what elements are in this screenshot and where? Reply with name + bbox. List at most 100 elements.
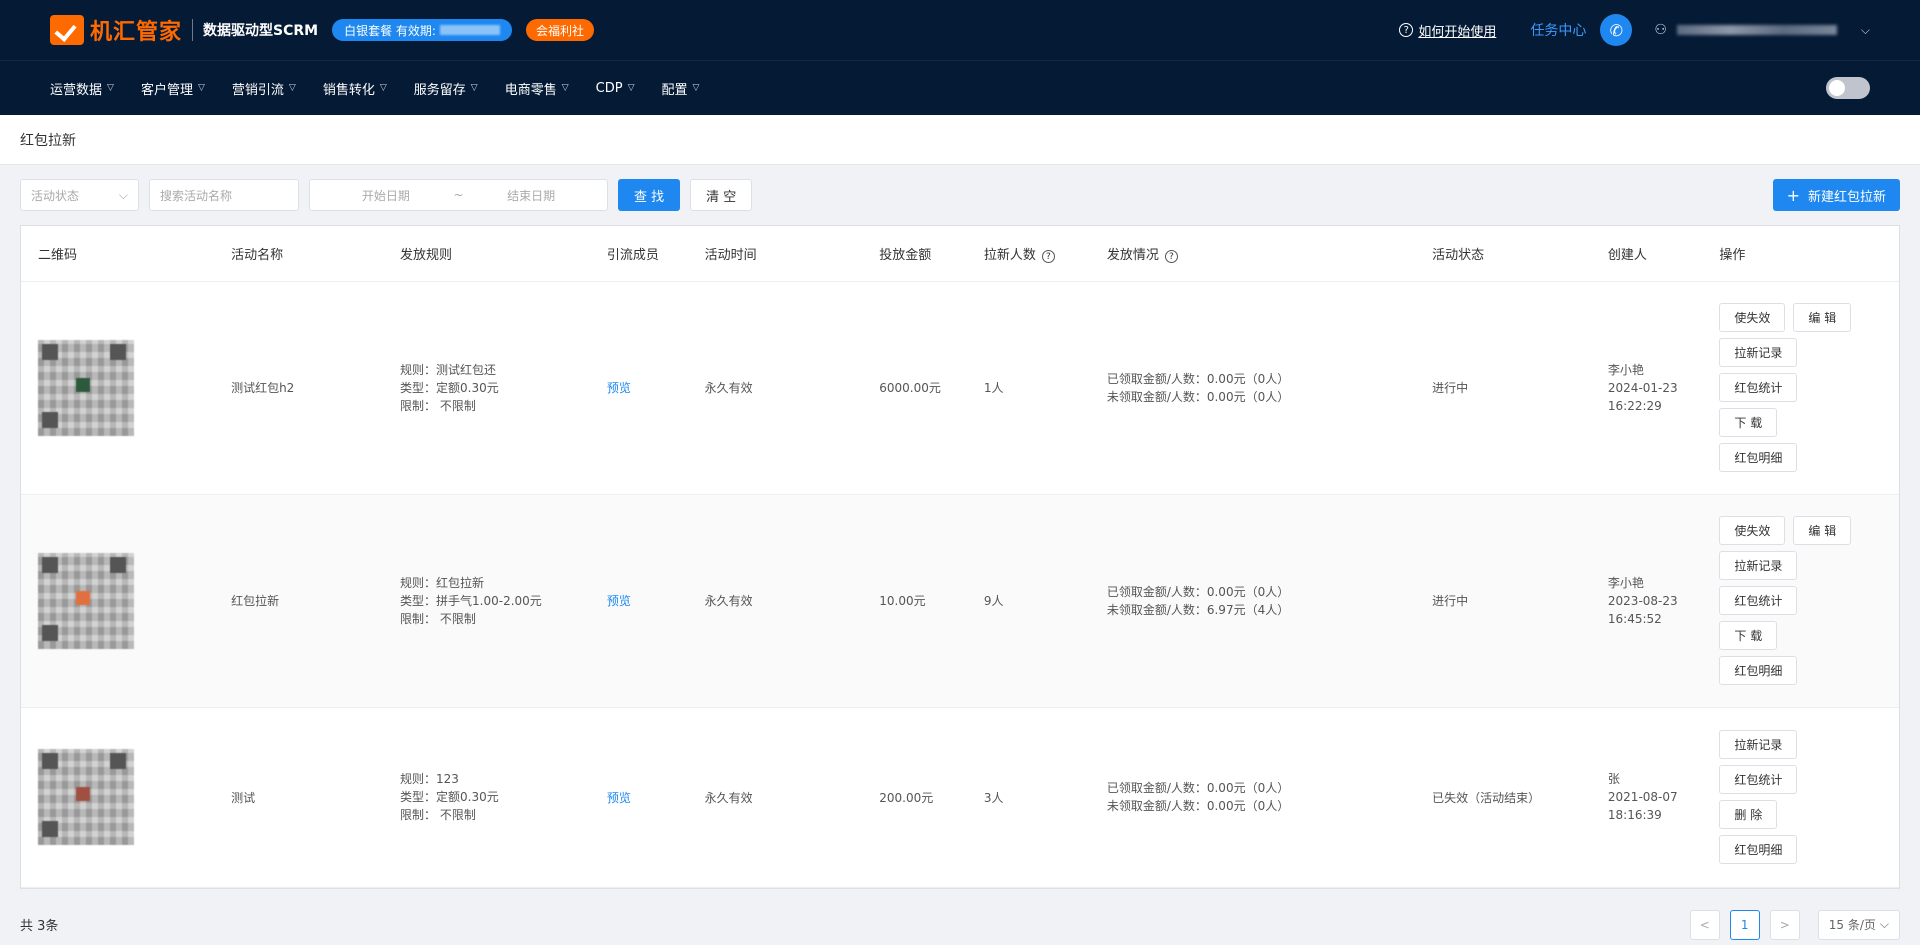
preview-link[interactable]: 预览 <box>607 594 631 608</box>
limit-text: 限制： 不限制 <box>400 398 476 413</box>
col-distribution: 发放情况? <box>1089 226 1416 282</box>
new-records-button[interactable]: 拉新记录 <box>1719 551 1798 580</box>
page-size-select[interactable]: 15 条/页 ⌵ <box>1817 909 1900 940</box>
benefit-badge[interactable]: 会福利社 <box>525 19 594 41</box>
qr-code-image[interactable] <box>38 552 134 649</box>
table-row: 测试 规则：123 类型：定额0.30元 限制： 不限制 预览 永久有效 200… <box>21 707 1899 888</box>
qr-code-image[interactable] <box>38 749 134 845</box>
creator-name: 张 <box>1607 772 1620 786</box>
user-menu[interactable]: ⚇ ⌵ <box>1654 22 1870 38</box>
preview-link[interactable]: 预览 <box>607 791 631 805</box>
nav-item-cdp[interactable]: CDP ▽ <box>596 81 635 96</box>
help-link-label: 如何开始使用 <box>1418 24 1497 40</box>
nav-item-config[interactable]: 配置 ▽ <box>661 79 699 98</box>
distribution-cell: 已领取金额/人数：0.00元（0人） 未领取金额/人数：6.97元（4人） <box>1089 494 1416 708</box>
unclaimed-text: 未领取金额/人数：0.00元（0人） <box>1106 799 1290 813</box>
amount: 200.00元 <box>862 707 967 888</box>
search-button[interactable]: 查 找 <box>618 179 681 211</box>
plan-badge[interactable]: 白银套餐 有效期: <box>332 19 512 41</box>
col-new-count-label: 拉新人数 <box>983 247 1036 263</box>
deactivate-button[interactable]: 使失效 <box>1719 303 1786 332</box>
distribution-cell: 已领取金额/人数：0.00元（0人） 未领取金额/人数：0.00元（0人） <box>1089 281 1416 495</box>
nav-label: 销售转化 <box>322 82 375 98</box>
created-time: 16:22:29 <box>1607 398 1662 413</box>
new-records-button[interactable]: 拉新记录 <box>1719 338 1798 367</box>
details-button[interactable]: 红包明细 <box>1719 443 1798 472</box>
caret-down-icon: ▽ <box>692 83 700 93</box>
nav-label: CDP <box>595 80 623 96</box>
edit-button[interactable]: 编 辑 <box>1793 516 1852 545</box>
qr-code-image[interactable] <box>38 339 134 436</box>
creator-name: 李小艳 <box>1607 575 1644 590</box>
stats-button[interactable]: 红包统计 <box>1719 373 1798 402</box>
preview-link[interactable]: 预览 <box>607 381 631 395</box>
created-date: 2021-08-07 <box>1607 790 1678 804</box>
page-1-button[interactable]: 1 <box>1729 909 1760 940</box>
created-date: 2023-08-23 <box>1607 593 1678 608</box>
details-button[interactable]: 红包明细 <box>1719 835 1798 864</box>
status-select[interactable]: 活动状态 ⌵ <box>20 179 139 211</box>
creator-cell: 张 2021-08-07 18:16:39 <box>1590 707 1703 888</box>
nav-item-service[interactable]: 服务留存 ▽ <box>414 79 478 98</box>
task-center-link[interactable]: 任务中心 <box>1530 20 1586 40</box>
creator-cell: 李小艳 2024-01-23 16:22:29 <box>1590 281 1703 495</box>
details-button[interactable]: 红包明细 <box>1719 656 1798 685</box>
type-text: 类型：定额0.30元 <box>400 790 499 804</box>
col-qrcode: 二维码 <box>21 226 215 282</box>
new-button-label: 新建红包拉新 <box>1807 189 1886 205</box>
created-time: 18:16:39 <box>1607 808 1662 822</box>
delete-button[interactable]: 删 除 <box>1719 800 1778 829</box>
activity-time: 永久有效 <box>687 281 863 495</box>
claimed-text: 已领取金额/人数：0.00元（0人） <box>1106 584 1290 599</box>
stats-button[interactable]: 红包统计 <box>1719 586 1798 615</box>
limit-text: 限制： 不限制 <box>400 611 476 626</box>
nav-item-marketing[interactable]: 营销引流 ▽ <box>232 79 296 98</box>
table-footer: 共 3条 < 1 > 15 条/页 ⌵ <box>0 889 1920 945</box>
stats-button[interactable]: 红包统计 <box>1719 765 1798 794</box>
row-actions: 使失效 编 辑 拉新记录 红包统计 下 载 红包明细 <box>1719 303 1899 472</box>
download-button[interactable]: 下 载 <box>1719 408 1778 437</box>
plan-expiry-redacted <box>439 25 500 35</box>
row-actions: 拉新记录 红包统计 删 除 红包明细 <box>1719 730 1899 864</box>
question-icon[interactable]: ? <box>1041 250 1055 263</box>
logo[interactable]: 机汇管家 数据驱动型SCRM <box>50 14 318 46</box>
distribution-cell: 已领取金额/人数：0.00元（0人） 未领取金额/人数：0.00元（0人） <box>1089 707 1416 888</box>
col-amount: 投放金额 <box>862 226 967 282</box>
deactivate-button[interactable]: 使失效 <box>1719 516 1786 545</box>
creator-name: 李小艳 <box>1607 362 1644 377</box>
col-rule: 发放规则 <box>383 226 590 282</box>
page-title: 红包拉新 <box>0 115 1920 165</box>
new-records-button[interactable]: 拉新记录 <box>1719 730 1798 759</box>
nav-label: 配置 <box>661 82 688 98</box>
activity-name-search-input[interactable]: 搜索活动名称 <box>149 179 299 211</box>
nav-item-ops-data[interactable]: 运营数据 ▽ <box>50 79 114 98</box>
amount: 6000.00元 <box>862 281 967 495</box>
theme-toggle[interactable] <box>1826 77 1870 99</box>
limit-text: 限制： 不限制 <box>400 808 476 822</box>
col-status: 活动状态 <box>1415 226 1591 282</box>
main-nav: 运营数据 ▽ 客户管理 ▽ 营销引流 ▽ 销售转化 ▽ 服务留存 ▽ 电商零售 ▽ CDP ▽… <box>0 60 1920 115</box>
logo-check-icon <box>50 15 84 45</box>
phone-icon[interactable]: ✆ <box>1600 14 1633 46</box>
next-page-button[interactable]: > <box>1769 909 1800 940</box>
plan-badge-label: 白银套餐 有效期: <box>344 23 436 38</box>
nav-item-sales[interactable]: 销售转化 ▽ <box>323 79 387 98</box>
edit-button[interactable]: 编 辑 <box>1793 303 1852 332</box>
nav-item-customers[interactable]: 客户管理 ▽ <box>141 79 205 98</box>
status-text: 已失效（活动结束） <box>1415 707 1591 888</box>
nav-item-ecommerce[interactable]: 电商零售 ▽ <box>505 79 569 98</box>
col-new-count: 拉新人数? <box>966 226 1090 282</box>
new-red-packet-button[interactable]: + 新建红包拉新 <box>1772 179 1900 211</box>
help-link[interactable]: ? 如何开始使用 <box>1399 21 1496 40</box>
col-actions: 操作 <box>1702 226 1899 282</box>
plus-icon: + <box>1786 185 1800 205</box>
col-distribution-label: 发放情况 <box>1106 247 1159 263</box>
help-icon: ? <box>1399 23 1414 37</box>
download-button[interactable]: 下 载 <box>1719 621 1778 650</box>
table-row: 红包拉新 规则：红包拉新 类型：拼手气1.00-2.00元 限制： 不限制 预览… <box>21 494 1899 708</box>
nav-label: 营销引流 <box>231 82 284 98</box>
prev-page-button[interactable]: < <box>1689 909 1720 940</box>
question-icon[interactable]: ? <box>1164 250 1178 263</box>
date-range-picker[interactable]: 开始日期 ~ 结束日期 <box>309 179 608 211</box>
clear-button[interactable]: 清 空 <box>690 179 753 211</box>
